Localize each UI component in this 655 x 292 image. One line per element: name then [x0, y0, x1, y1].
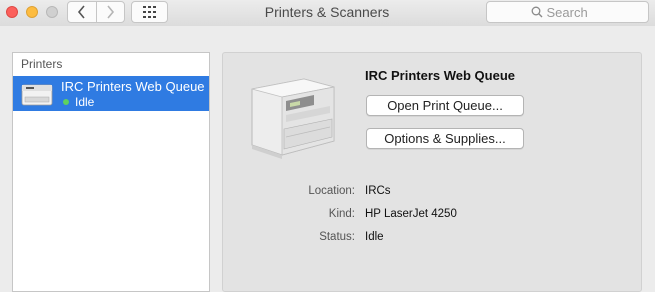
printers-header: Printers — [21, 57, 63, 71]
status-value: Idle — [365, 231, 384, 243]
options-supplies-button[interactable]: Options & Supplies... — [366, 128, 524, 149]
location-label: Location: — [308, 185, 355, 197]
kind-label: Kind: — [328, 208, 355, 220]
grid-icon — [142, 6, 156, 18]
printer-status: Idle — [61, 95, 94, 109]
title-bar: Printers & Scanners — [0, 0, 655, 26]
zoom-window-button[interactable] — [46, 6, 58, 18]
printer-name: IRC Printers Web Queue — [61, 79, 205, 94]
status-label: Status: — [319, 231, 355, 243]
printer-status-text: Idle — [75, 95, 95, 109]
printer-icon — [21, 84, 53, 106]
printer-list: Printers IRC Printers Web Queue Idle — [12, 52, 210, 292]
forward-button[interactable] — [95, 2, 125, 22]
minimize-window-button[interactable] — [26, 6, 38, 18]
open-print-queue-button[interactable]: Open Print Queue... — [366, 95, 524, 116]
close-window-button[interactable] — [6, 6, 18, 18]
search-icon — [531, 6, 542, 18]
chevron-left-icon — [77, 5, 85, 19]
back-forward-control — [67, 1, 125, 23]
search-field[interactable] — [486, 1, 649, 23]
printer-title: IRC Printers Web Queue — [365, 68, 516, 83]
chevron-right-icon — [107, 5, 115, 19]
window-title: Printers & Scanners — [264, 4, 390, 20]
printer-detail-panel: IRC Printers Web Queue Open Print Queue.… — [222, 52, 642, 292]
show-all-preferences-button[interactable] — [131, 1, 168, 23]
kind-value: HP LaserJet 4250 — [365, 208, 457, 220]
location-value: IRCs — [365, 185, 391, 197]
status-dot-icon — [63, 99, 69, 105]
printer-item-irc-web-queue[interactable]: IRC Printers Web Queue Idle — [13, 76, 209, 111]
search-input[interactable] — [546, 4, 605, 20]
printer-image-icon — [251, 78, 335, 159]
back-button[interactable] — [68, 2, 96, 22]
